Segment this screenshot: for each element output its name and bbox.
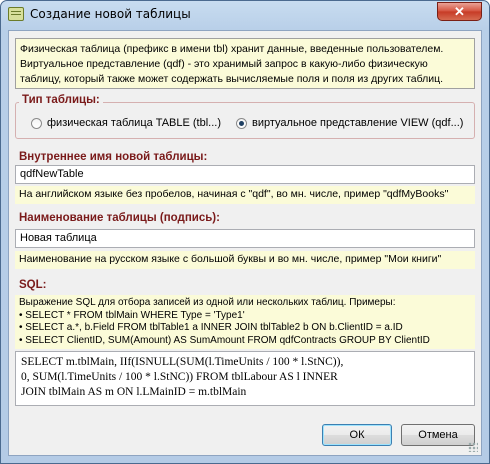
sql-query-line: SELECT m.tblMain, IIf(ISNULL(SUM(l.TimeU… xyxy=(21,356,344,368)
table-icon xyxy=(8,7,24,21)
sql-help-panel: Выражение SQL для отбора записей из одно… xyxy=(15,295,475,349)
internal-name-input[interactable]: qdfNewTable xyxy=(15,165,475,184)
internal-name-label: Внутреннее имя новой таблицы: xyxy=(19,151,208,163)
sql-label: SQL: xyxy=(19,279,47,291)
table-type-label: Тип таблицы: xyxy=(19,94,103,106)
title-bar[interactable]: Создание новой таблицы ✕ xyxy=(1,1,489,29)
radio-label: виртуальное представление VIEW (qdf...) xyxy=(252,117,464,129)
sql-help-line: • SELECT * FROM tblMain WHERE Type = 'Ty… xyxy=(19,309,245,321)
sql-help-line: • SELECT ClientID, SUM(Amount) AS SumAmo… xyxy=(19,334,430,346)
info-line: таблицу, который также может содержать в… xyxy=(20,73,444,85)
caption-input[interactable]: Новая таблица xyxy=(15,229,475,248)
sql-query-line: JOIN tblMain AS m ON l.LMainID = m.tblMa… xyxy=(21,386,247,398)
caption-label: Наименование таблицы (подпись): xyxy=(19,212,220,224)
info-line: Виртуальное представление (qdf) - это хр… xyxy=(20,58,428,70)
resize-grip-icon[interactable] xyxy=(468,442,478,452)
sql-help-line: Выражение SQL для отбора записей из одно… xyxy=(19,297,396,308)
sql-query-textarea[interactable]: SELECT m.tblMain, IIf(ISNULL(SUM(l.TimeU… xyxy=(15,351,475,406)
internal-name-hint: На английском языке без пробелов, начина… xyxy=(15,186,475,204)
close-icon: ✕ xyxy=(454,4,465,19)
ok-button[interactable]: ОК xyxy=(322,424,392,446)
dialog-body: Физическая таблица (префикс в имени tbl)… xyxy=(8,30,482,456)
dialog-window: Создание новой таблицы ✕ Физическая табл… xyxy=(0,0,490,464)
caption-hint: Наименование на русском языке с большой … xyxy=(15,251,475,269)
info-panel: Физическая таблица (префикс в имени tbl)… xyxy=(15,38,475,89)
cancel-button[interactable]: Отмена xyxy=(401,424,475,446)
radio-virtual-view[interactable]: виртуальное представление VIEW (qdf...) xyxy=(236,117,463,129)
close-button[interactable]: ✕ xyxy=(437,2,482,21)
window-title: Создание новой таблицы xyxy=(30,7,191,21)
radio-physical-table[interactable]: физическая таблица TABLE (tbl...) xyxy=(31,117,221,129)
radio-button-unchecked[interactable] xyxy=(31,117,42,129)
radio-button-checked[interactable] xyxy=(236,117,247,129)
sql-query-line: 0, SUM(l.TimeUnits / 100 * l.StNC)) FROM… xyxy=(21,371,338,383)
radio-label: физическая таблица TABLE (tbl...) xyxy=(47,117,221,129)
info-line: Физическая таблица (префикс в имени tbl)… xyxy=(20,43,444,55)
sql-help-line: • SELECT a.*, b.Field FROM tblTable1 a I… xyxy=(19,322,403,333)
